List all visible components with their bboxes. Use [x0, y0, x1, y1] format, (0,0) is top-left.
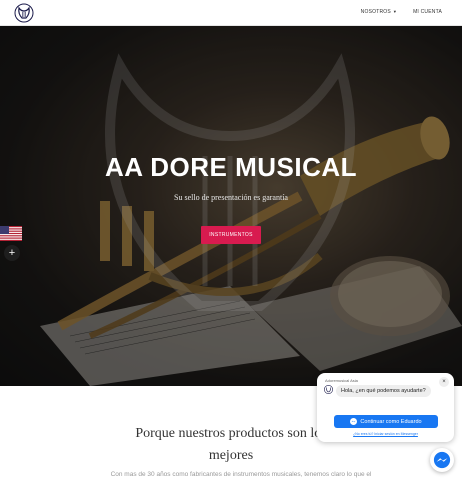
nav-item-nosotros[interactable]: NOSOTROS ▼ — [361, 9, 397, 15]
hero-subtitle: Su sello de presentación es garantía — [174, 193, 288, 202]
messenger-chat-button[interactable] — [430, 448, 454, 472]
messenger-icon — [433, 451, 451, 469]
chat-message: Hola, ¿en qué podemos ayudarte? — [336, 385, 431, 397]
messenger-chat-popup: Adoremusical Asia × Hola, ¿en qué podemo… — [317, 373, 454, 442]
messenger-login-link[interactable]: ¿No eres tú? Iniciar sesión en Messenger — [317, 432, 454, 436]
nav-item-mi-cuenta[interactable]: MI CUENTA — [413, 9, 442, 15]
us-flag-icon[interactable] — [0, 226, 22, 241]
messenger-icon — [350, 418, 358, 425]
section-title: Porque nuestros productos son los mejore… — [135, 426, 327, 463]
hero-banner: AA DORE MUSICAL Su sello de presentación… — [0, 26, 462, 386]
chevron-down-icon: ▼ — [392, 9, 398, 14]
nav-item-label: NOSOTROS — [360, 9, 391, 15]
site-header: NOSOTROS ▼ MI CUENTA — [0, 0, 462, 26]
hero-title: AA DORE MUSICAL — [104, 152, 358, 182]
main-nav: NOSOTROS ▼ MI CUENTA — [361, 9, 442, 15]
instrumentos-button[interactable]: INSTRUMENTOS — [201, 226, 261, 244]
hero-overlay — [0, 26, 462, 386]
continue-as-button[interactable]: Continuar como Eduardo — [334, 415, 438, 428]
chat-page-name: Adoremusical Asia — [325, 378, 358, 383]
expand-button[interactable]: + — [4, 245, 20, 261]
close-icon[interactable]: × — [439, 377, 449, 387]
section-text: Con mas de 30 años como fabricantes de i… — [110, 471, 372, 478]
continue-as-label: Continuar como Eduardo — [360, 418, 422, 425]
avatar — [324, 385, 333, 394]
nav-item-label: MI CUENTA — [413, 9, 442, 15]
lyre-logo-icon[interactable] — [14, 3, 34, 23]
